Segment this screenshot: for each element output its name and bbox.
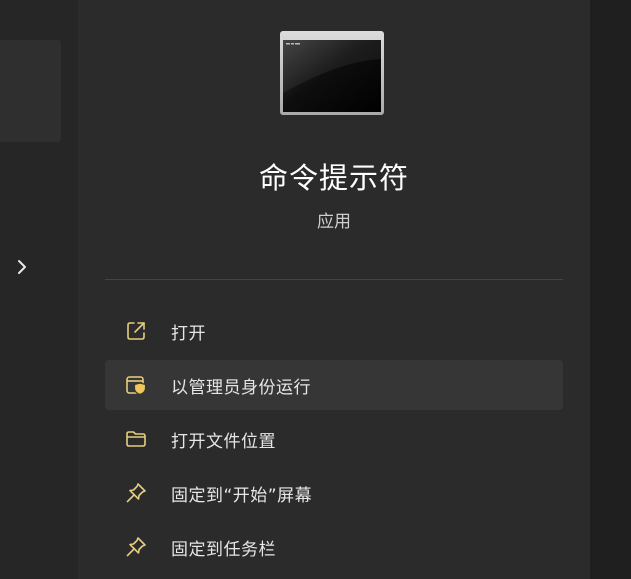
folder-icon [124, 427, 148, 451]
app-title: 命令提示符 [258, 161, 409, 195]
left-result-tile[interactable] [0, 40, 61, 142]
open-file-location-button[interactable]: 打开文件位置 [105, 414, 563, 464]
chevron-right-icon[interactable] [12, 255, 32, 279]
pin-to-taskbar-button[interactable]: 固定到任务栏 [105, 522, 563, 572]
right-edge-panel [590, 0, 631, 579]
pin-icon [124, 535, 148, 559]
context-menu: 打开 以管理员身份运行 打开文件位置 固定到“开始”屏幕 固定到任务栏 [105, 306, 563, 576]
app-type-label: 应用 [317, 212, 351, 232]
menu-item-label: 打开文件位置 [171, 431, 276, 452]
open-button[interactable]: 打开 [105, 306, 563, 356]
divider [105, 279, 563, 280]
terminal-icon [280, 31, 384, 115]
menu-item-label: 打开 [171, 323, 206, 344]
menu-item-label: 固定到“开始”屏幕 [171, 485, 313, 506]
pin-icon [124, 481, 148, 505]
menu-item-label: 固定到任务栏 [171, 539, 276, 560]
pin-to-start-button[interactable]: 固定到“开始”屏幕 [105, 468, 563, 518]
run-as-admin-shield-icon [124, 373, 148, 397]
menu-item-label: 以管理员身份运行 [171, 377, 311, 398]
run-as-admin-button[interactable]: 以管理员身份运行 [105, 360, 563, 410]
open-external-icon [124, 319, 148, 343]
app-detail-pane: 命令提示符 应用 打开 以管理员身份运行 打开文件位置 固定到“开始”屏幕 固定… [78, 0, 590, 579]
left-pane [0, 0, 78, 579]
